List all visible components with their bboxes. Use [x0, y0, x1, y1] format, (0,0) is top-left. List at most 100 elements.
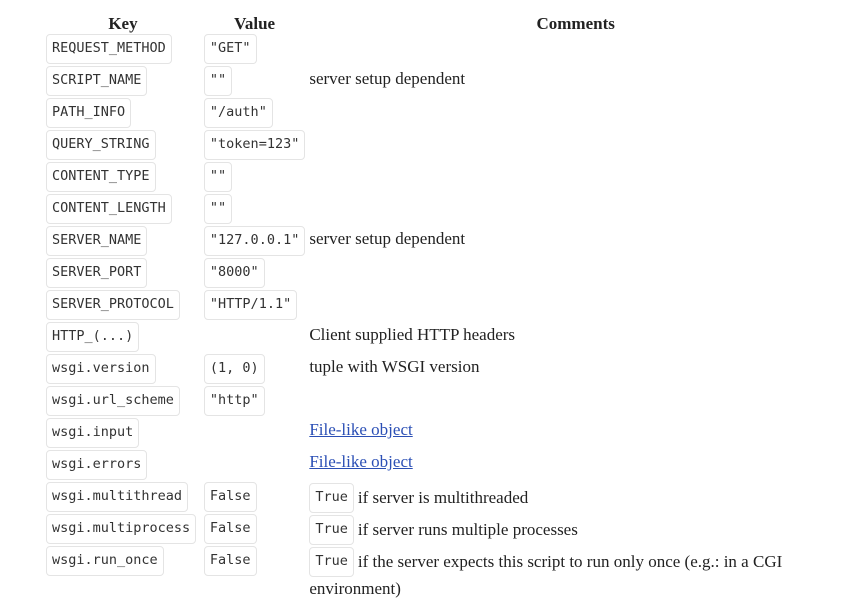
key-code: QUERY_STRING [46, 130, 156, 160]
comment-cell [307, 290, 844, 322]
table-row: REQUEST_METHOD "GET" [44, 34, 844, 66]
table-row: SERVER_PROTOCOL "HTTP/1.1" [44, 290, 844, 322]
key-cell: CONTENT_LENGTH [44, 194, 202, 226]
key-cell: wsgi.run_once [44, 546, 202, 600]
key-code: wsgi.run_once [46, 546, 164, 576]
comment-cell [307, 194, 844, 226]
table-row: CONTENT_TYPE "" [44, 162, 844, 194]
key-code: HTTP_(...) [46, 322, 140, 352]
comment-cell [307, 130, 844, 162]
key-cell: HTTP_(...) [44, 322, 202, 354]
table-row: wsgi.errors File-like object [44, 450, 844, 482]
header-comments: Comments [536, 14, 615, 33]
value-code: "8000" [203, 258, 265, 288]
value-cell: "8000" [202, 258, 307, 290]
value-cell: False [202, 546, 307, 600]
table-row: CONTENT_LENGTH "" [44, 194, 844, 226]
table-row: wsgi.url_scheme "http" [44, 386, 844, 418]
comment-cell: True if server runs multiple processes [307, 514, 844, 546]
comment-cell [307, 34, 844, 66]
value-code: (1, 0) [203, 354, 265, 384]
comment-cell: True if the server expects this script to… [307, 546, 844, 600]
key-cell: wsgi.multiprocess [44, 514, 202, 546]
value-code: "" [203, 162, 233, 192]
table-row: HTTP_(...) Client supplied HTTP headers [44, 322, 844, 354]
key-code: PATH_INFO [46, 98, 132, 128]
table-row: wsgi.version (1, 0) tuple with WSGI versio… [44, 354, 844, 386]
table-header-row: Key Value Comments [44, 14, 844, 34]
comment-cell: Client supplied HTTP headers [307, 322, 844, 354]
table-row: wsgi.multithread False True if server is mu… [44, 482, 844, 514]
value-cell: "" [202, 162, 307, 194]
environ-table-container: Key Value Comments REQUEST_METHOD "GET" SC… [44, 14, 844, 600]
key-code: SERVER_PROTOCOL [46, 290, 180, 320]
key-code: REQUEST_METHOD [46, 34, 172, 64]
value-cell: "HTTP/1.1" [202, 290, 307, 322]
table-row: SERVER_PORT "8000" [44, 258, 844, 290]
value-cell: "token=123" [202, 130, 307, 162]
key-cell: wsgi.errors [44, 450, 202, 482]
key-cell: CONTENT_TYPE [44, 162, 202, 194]
table-body: REQUEST_METHOD "GET" SCRIPT_NAME "" server s… [44, 34, 844, 600]
table-row: wsgi.multiprocess False True if server runs… [44, 514, 844, 546]
value-code: "HTTP/1.1" [203, 290, 298, 320]
key-code: wsgi.multiprocess [46, 514, 197, 544]
file-like-object-link[interactable]: File-like object [309, 452, 412, 471]
comment-text: tuple with WSGI version [309, 357, 480, 377]
value-cell: False [202, 514, 307, 546]
comment-cell [307, 162, 844, 194]
value-code: False [203, 546, 257, 576]
comment-cell [307, 258, 844, 290]
value-code: "GET" [203, 34, 257, 64]
comment-cell: True if server is multithreaded [307, 482, 844, 514]
key-code: SERVER_NAME [46, 226, 148, 256]
value-code: "http" [203, 386, 265, 416]
value-code: "token=123" [203, 130, 306, 160]
table-row: SERVER_NAME "127.0.0.1" server setup depen… [44, 226, 844, 258]
key-cell: wsgi.url_scheme [44, 386, 202, 418]
value-cell: "" [202, 66, 307, 98]
comment-cell: File-like object [307, 450, 844, 482]
comment-text: Client supplied HTTP headers [309, 325, 516, 345]
key-code: wsgi.errors [46, 450, 148, 480]
comment-code: True [309, 483, 354, 513]
value-cell: "127.0.0.1" [202, 226, 307, 258]
comment-text: if server is multithreaded [357, 488, 529, 507]
value-code: "" [203, 194, 233, 224]
comment-text: if server runs multiple processes [357, 520, 578, 539]
value-code: False [203, 482, 257, 512]
value-code: "/auth" [203, 98, 273, 128]
table-row: QUERY_STRING "token=123" [44, 130, 844, 162]
comment-text: server setup dependent [309, 69, 466, 89]
comment-text: server setup dependent [309, 229, 466, 249]
table-row: wsgi.run_once False True if the server expe… [44, 546, 844, 600]
comment-cell [307, 386, 844, 418]
key-code: wsgi.url_scheme [46, 386, 180, 416]
comment-cell [307, 98, 844, 130]
value-cell [202, 322, 307, 354]
value-cell: "/auth" [202, 98, 307, 130]
comment-cell: File-like object [307, 418, 844, 450]
value-cell: (1, 0) [202, 354, 307, 386]
value-cell [202, 418, 307, 450]
file-like-object-link[interactable]: File-like object [309, 420, 412, 439]
value-cell: False [202, 482, 307, 514]
value-code: "" [203, 66, 233, 96]
key-cell: REQUEST_METHOD [44, 34, 202, 66]
comment-cell: server setup dependent [307, 226, 844, 258]
environ-table: Key Value Comments REQUEST_METHOD "GET" SC… [44, 14, 844, 600]
value-cell [202, 450, 307, 482]
key-code: wsgi.version [46, 354, 156, 384]
header-value: Value [234, 14, 276, 33]
header-key: Key [108, 14, 138, 33]
key-code: SERVER_PORT [46, 258, 148, 288]
key-cell: PATH_INFO [44, 98, 202, 130]
table-row: PATH_INFO "/auth" [44, 98, 844, 130]
comment-text: if the server expects this script to run… [309, 552, 783, 599]
comment-cell: tuple with WSGI version [307, 354, 844, 386]
key-cell: wsgi.input [44, 418, 202, 450]
key-code: SCRIPT_NAME [46, 66, 148, 96]
key-code: wsgi.multithread [46, 482, 189, 512]
key-code: CONTENT_LENGTH [46, 194, 172, 224]
key-cell: SERVER_PORT [44, 258, 202, 290]
